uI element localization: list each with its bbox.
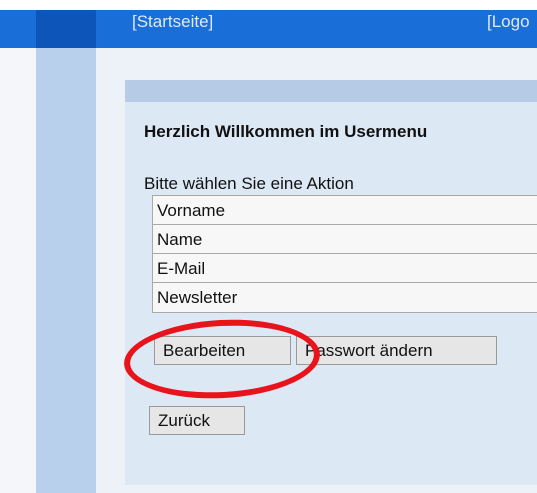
list-item-email[interactable]: E-Mail	[153, 254, 537, 283]
home-link[interactable]: [Startseite]	[132, 12, 213, 32]
user-menu-panel: Herzlich Willkommen im Usermenu Bitte wä…	[125, 80, 537, 485]
panel-header-bar	[125, 80, 537, 102]
left-margin	[0, 48, 36, 493]
top-navigation-bar: [Startseite] [Logo	[0, 10, 537, 48]
list-item-vorname[interactable]: Vorname	[153, 196, 537, 225]
topbar-accent-block	[36, 10, 96, 48]
list-item-newsletter[interactable]: Newsletter	[153, 283, 537, 312]
list-item-name[interactable]: Name	[153, 225, 537, 254]
change-password-button[interactable]: Passwort ändern	[296, 336, 497, 365]
action-prompt: Bitte wählen Sie eine Aktion	[144, 174, 354, 193]
user-field-list: Vorname Name E-Mail Newsletter	[152, 195, 537, 313]
logout-link[interactable]: [Logo	[487, 12, 530, 32]
back-button[interactable]: Zurück	[149, 406, 245, 435]
left-sidebar-stripe	[36, 48, 96, 493]
page-title: Herzlich Willkommen im Usermenu	[144, 122, 428, 141]
